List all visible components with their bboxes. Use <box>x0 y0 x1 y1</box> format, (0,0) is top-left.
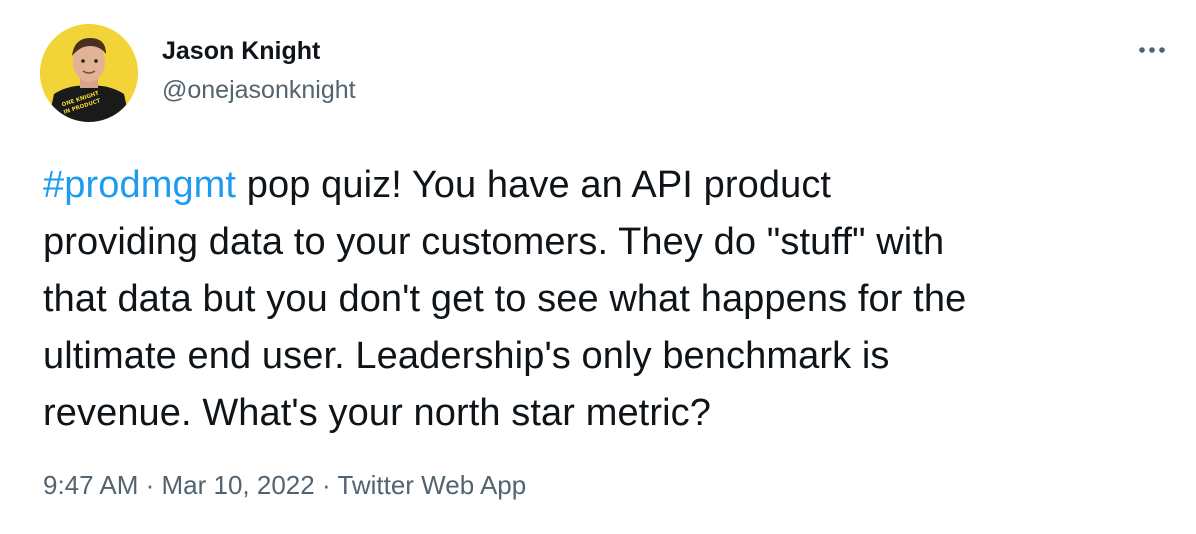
tweet-time[interactable]: 9:47 AM <box>43 470 138 500</box>
author-name[interactable]: Jason Knight <box>162 36 356 66</box>
tweet-text-line-2: providing data to your customers. They d… <box>43 221 945 263</box>
author-handle[interactable]: @onejasonknight <box>162 75 356 105</box>
more-horizontal-icon <box>1139 47 1165 53</box>
author-avatar[interactable]: ONE KNIGHT IN PRODUCT <box>40 24 138 122</box>
tweet-card: ONE KNIGHT IN PRODUCT Jason Knight @onej… <box>0 0 1196 534</box>
tweet-text-line-1: pop quiz! You have an API product <box>236 164 832 206</box>
meta-separator: · <box>138 470 162 500</box>
tweet-text-line-4: ultimate end user. Leadership's only ben… <box>43 335 890 377</box>
author-info: Jason Knight @onejasonknight <box>162 36 356 105</box>
tweet-metadata: 9:47 AM · Mar 10, 2022 · Twitter Web App <box>43 468 526 502</box>
tweet-date[interactable]: Mar 10, 2022 <box>162 470 315 500</box>
hashtag-link[interactable]: #prodmgmt <box>43 164 236 206</box>
more-options-button[interactable] <box>1134 40 1170 60</box>
tweet-text-line-5: revenue. What's your north star metric? <box>43 392 711 434</box>
tweet-text-line-3: that data but you don't get to see what … <box>43 278 967 320</box>
tweet-source[interactable]: Twitter Web App <box>337 470 526 500</box>
meta-separator: · <box>314 470 338 500</box>
avatar-image: ONE KNIGHT IN PRODUCT <box>40 24 138 122</box>
tweet-text: #prodmgmt pop quiz! You have an API prod… <box>43 157 1183 442</box>
